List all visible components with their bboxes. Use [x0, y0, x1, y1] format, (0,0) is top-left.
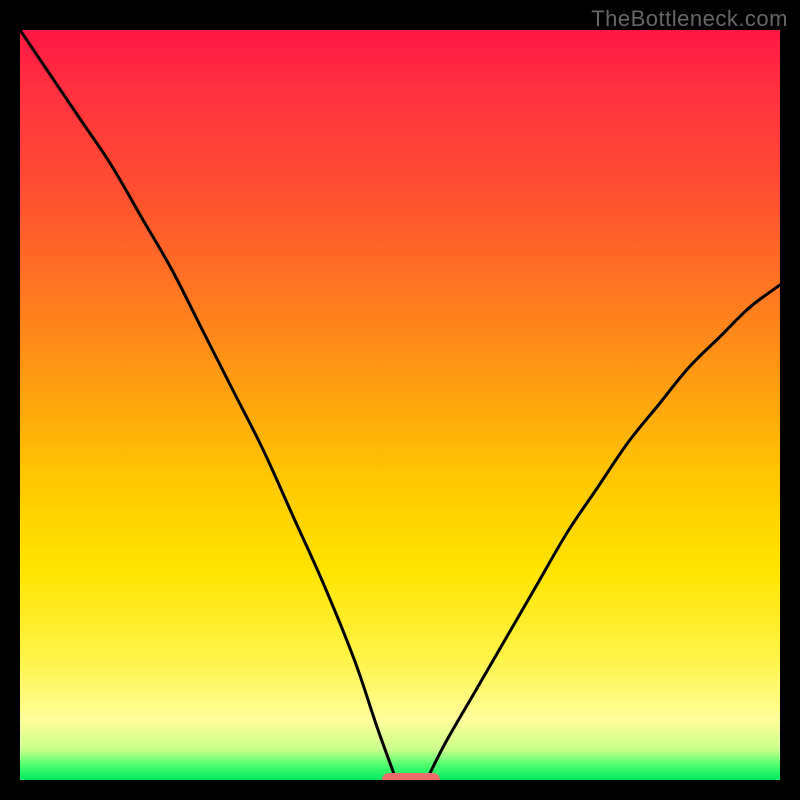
- watermark-text: TheBottleneck.com: [591, 6, 788, 32]
- curve-left-arm: [20, 30, 396, 780]
- chart-frame: TheBottleneck.com: [0, 0, 800, 800]
- plot-area: [20, 30, 780, 780]
- minimum-marker: [382, 773, 440, 780]
- curve-right-arm: [427, 285, 780, 780]
- curve-svg: [20, 30, 780, 780]
